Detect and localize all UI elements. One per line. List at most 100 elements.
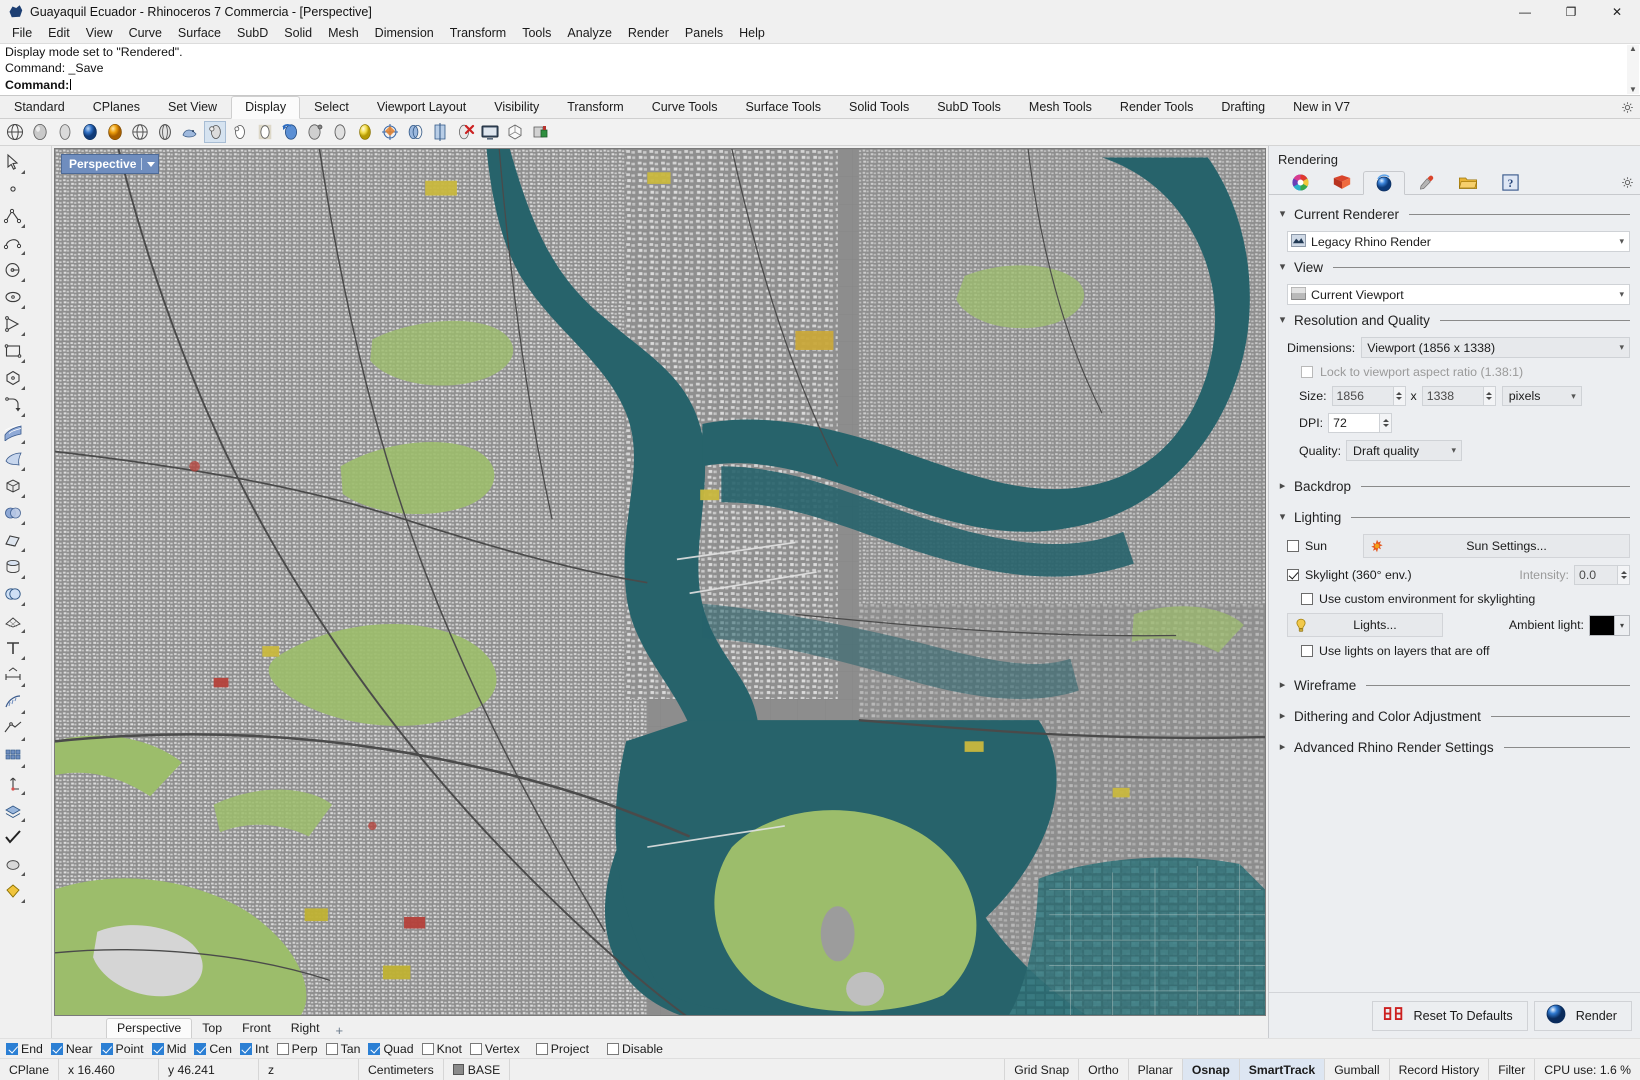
lights-off-checkbox[interactable] [1301, 645, 1313, 657]
toolbar-tab-visibility[interactable]: Visibility [480, 96, 553, 118]
section-header-current-renderer[interactable]: ▾ Current Renderer [1269, 201, 1640, 224]
lights-off-checkbox-group[interactable]: Use lights on layers that are off [1301, 644, 1490, 658]
osnap-near[interactable]: Near [50, 1042, 98, 1056]
fullscreen-display-icon[interactable] [479, 121, 501, 143]
osnap-perp-checkbox[interactable] [276, 1042, 289, 1055]
point-object-icon[interactable] [0, 175, 26, 202]
toolbar-tab-new-in-v7[interactable]: New in V7 [1279, 96, 1364, 118]
chevron-down-icon[interactable]: ▾ [1619, 289, 1624, 300]
display-mode-hidden-options-icon[interactable] [254, 121, 276, 143]
menu-item-tools[interactable]: Tools [514, 24, 559, 42]
size-height-stepper[interactable] [1483, 386, 1496, 406]
skylight-checkbox[interactable] [1287, 569, 1299, 581]
shade-viewport-icon[interactable] [304, 121, 326, 143]
osnap-vertex[interactable]: Vertex [469, 1042, 525, 1056]
osnap-cen[interactable]: Cen [194, 1042, 237, 1056]
chevron-down-icon[interactable]: ▾ [1277, 209, 1288, 220]
menu-item-render[interactable]: Render [620, 24, 677, 42]
view-dropdown[interactable]: Current Viewport ▾ [1287, 284, 1630, 305]
status-toggle-planar[interactable]: Planar [1129, 1059, 1183, 1080]
layer-state-icon[interactable] [0, 796, 26, 823]
zoom-extents-icon[interactable] [404, 121, 426, 143]
menu-item-solid[interactable]: Solid [276, 24, 320, 42]
wireframe-display-icon[interactable] [4, 121, 26, 143]
fillet-curve-icon[interactable] [0, 391, 26, 418]
surface-loft-icon[interactable] [0, 445, 26, 472]
size-units-dropdown[interactable]: pixels ▾ [1501, 386, 1582, 406]
sun-checkbox-group[interactable]: Sun [1287, 539, 1363, 553]
osnap-perp[interactable]: Perp [276, 1042, 323, 1056]
technical-display-icon[interactable] [129, 121, 151, 143]
size-width-input[interactable]: 1856 [1331, 386, 1394, 406]
dpi-stepper[interactable] [1380, 413, 1393, 433]
polyline-icon[interactable] [0, 202, 26, 229]
menu-item-subd[interactable]: SubD [229, 24, 276, 42]
ambient-light-swatch[interactable] [1589, 614, 1615, 636]
perspective-viewport[interactable]: Perspective [54, 148, 1266, 1016]
menu-item-panels[interactable]: Panels [677, 24, 731, 42]
toolbar-tab-render-tools[interactable]: Render Tools [1106, 96, 1207, 118]
status-toggle-grid-snap[interactable]: Grid Snap [1005, 1059, 1080, 1080]
menu-item-view[interactable]: View [78, 24, 121, 42]
chevron-down-icon[interactable]: ▾ [1277, 262, 1288, 273]
osnap-near-checkbox[interactable] [50, 1042, 63, 1055]
render-preview-icon[interactable] [354, 121, 376, 143]
chevron-right-icon[interactable]: ▸ [1277, 711, 1288, 722]
status-cplane[interactable]: CPlane [0, 1059, 59, 1080]
osnap-point-checkbox[interactable] [100, 1042, 113, 1055]
render-object-icon[interactable] [0, 850, 26, 877]
remove-display-mode-icon[interactable] [454, 121, 476, 143]
status-toggle-ortho[interactable]: Ortho [1079, 1059, 1129, 1080]
osnap-mid[interactable]: Mid [151, 1042, 192, 1056]
intensity-input[interactable]: 0.0 [1574, 565, 1618, 585]
command-prompt-row[interactable]: Command: [0, 76, 1640, 95]
maximize-button[interactable]: ❐ [1548, 0, 1594, 23]
flat-shade-icon[interactable] [329, 121, 351, 143]
osnap-mid-checkbox[interactable] [151, 1042, 164, 1055]
tab-materials[interactable] [1321, 170, 1363, 194]
dimension-icon[interactable] [0, 661, 26, 688]
ghosted-display-icon[interactable] [54, 121, 76, 143]
toolbar-tab-transform[interactable]: Transform [553, 96, 638, 118]
menu-item-dimension[interactable]: Dimension [367, 24, 442, 42]
toolbar-tab-cplanes[interactable]: CPlanes [79, 96, 154, 118]
viewport-tab-right[interactable]: Right [281, 1019, 330, 1038]
display-mode-options-icon[interactable] [204, 121, 226, 143]
toolbar-tab-viewport-layout[interactable]: Viewport Layout [363, 96, 480, 118]
text-tool-icon[interactable] [0, 634, 26, 661]
refresh-shade-icon[interactable] [279, 121, 301, 143]
osnap-disable-checkbox[interactable] [607, 1042, 620, 1055]
toolbar-tab-drafting[interactable]: Drafting [1207, 96, 1279, 118]
custom-env-checkbox[interactable] [1301, 593, 1313, 605]
osnap-tan-checkbox[interactable] [325, 1042, 338, 1055]
sphere-boolean-icon[interactable] [0, 499, 26, 526]
toolbar-tab-select[interactable]: Select [300, 96, 363, 118]
tab-rendering[interactable] [1363, 171, 1405, 195]
osnap-tan[interactable]: Tan [325, 1042, 366, 1056]
menu-item-curve[interactable]: Curve [121, 24, 170, 42]
flat-shade-cube-icon[interactable] [504, 121, 526, 143]
viewport-tab-top[interactable]: Top [192, 1019, 232, 1038]
gumball-icon[interactable] [0, 769, 26, 796]
arc-icon[interactable] [0, 310, 26, 337]
chevron-right-icon[interactable]: ▸ [1277, 680, 1288, 691]
dimensions-dropdown[interactable]: Viewport (1856 x 1338) ▾ [1361, 337, 1630, 358]
curve-interpolate-icon[interactable] [0, 229, 26, 256]
toolbar-tab-set-view[interactable]: Set View [154, 96, 231, 118]
raytraced-display-icon[interactable] [104, 121, 126, 143]
section-header-backdrop[interactable]: ▸ Backdrop [1269, 473, 1640, 496]
osnap-quad[interactable]: Quad [368, 1042, 418, 1056]
menu-item-surface[interactable]: Surface [170, 24, 229, 42]
section-header-resolution-quality[interactable]: ▾ Resolution and Quality [1269, 307, 1640, 330]
command-scrollbar[interactable]: ▲ ▼ [1627, 45, 1639, 94]
chevron-down-icon[interactable]: ▾ [1615, 614, 1630, 636]
quality-dropdown[interactable]: Draft quality ▾ [1346, 440, 1463, 461]
osnap-int-checkbox[interactable] [239, 1042, 252, 1055]
toolbar-tab-standard[interactable]: Standard [0, 96, 79, 118]
status-toggle-filter[interactable]: Filter [1489, 1059, 1536, 1080]
tab-folder[interactable] [1447, 170, 1489, 194]
dpi-input[interactable]: 72 [1328, 413, 1381, 433]
status-toggle-record-history[interactable]: Record History [1390, 1059, 1490, 1080]
osnap-end-checkbox[interactable] [6, 1042, 18, 1055]
chevron-down-icon[interactable] [147, 161, 156, 167]
